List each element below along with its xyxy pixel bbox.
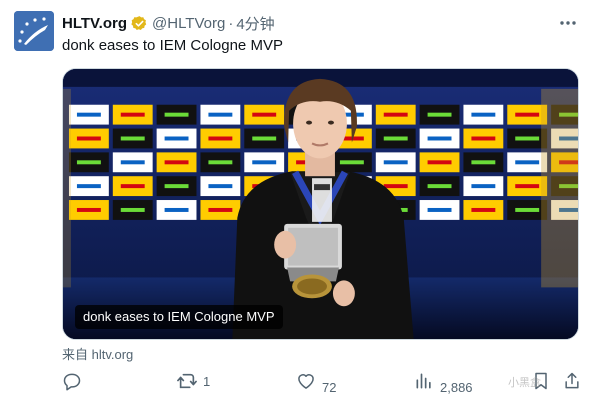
sponsor-logo (515, 160, 540, 165)
watermark: 小黑盒 (508, 377, 541, 389)
tweet-header: HLTV.org @HLTVorg · 4分钟 (62, 12, 275, 34)
sponsor-logo (208, 207, 233, 212)
sponsor-logo (164, 207, 189, 212)
sponsor-logo (383, 136, 408, 141)
sponsor-logo (339, 160, 364, 165)
view-count: 2,886 (440, 380, 473, 395)
share-button[interactable] (563, 368, 581, 398)
sponsor-logo (76, 207, 101, 212)
sponsor-logo (471, 207, 496, 212)
sponsor-logo (208, 112, 233, 117)
sponsor-logo (208, 184, 233, 189)
separator-dot: · (228, 14, 234, 32)
sponsor-logo (427, 136, 452, 141)
sponsor-logo (208, 136, 233, 141)
link-card[interactable]: donk eases to IEM Cologne MVP (62, 68, 579, 340)
sponsor-logo (208, 160, 233, 165)
sponsor-logo (471, 184, 496, 189)
sponsor-logo (164, 184, 189, 189)
card-photo (63, 69, 578, 339)
sponsor-logo (383, 112, 408, 117)
sponsor-logo (120, 184, 145, 189)
sponsor-logo (427, 160, 452, 165)
sponsor-logo (120, 160, 145, 165)
sponsor-logo (164, 160, 189, 165)
source-link[interactable]: 来自 hltv.org (62, 344, 133, 363)
sponsor-logo (471, 136, 496, 141)
sponsor-logo (76, 160, 101, 165)
sponsor-logo (76, 184, 101, 189)
sponsor-logo (120, 136, 145, 141)
retweet-count: 1 (203, 374, 211, 389)
sponsor-logo (427, 184, 452, 189)
reply-icon (63, 373, 81, 391)
retweet-icon (177, 373, 197, 389)
sponsor-logo (164, 136, 189, 141)
sponsor-logo (383, 160, 408, 165)
sponsor-logo (471, 112, 496, 117)
more-dots-icon (560, 21, 576, 25)
sponsor-logo (252, 136, 277, 141)
more-button[interactable] (556, 12, 580, 34)
sponsor-logo (515, 112, 540, 117)
sponsor-logo (164, 112, 189, 117)
action-bar: 1 72 2,886 (0, 368, 596, 398)
sponsor-logo (252, 160, 277, 165)
card-caption: donk eases to IEM Cologne MVP (75, 305, 283, 329)
avatar[interactable] (14, 11, 54, 51)
sponsor-logo (427, 112, 452, 117)
like-count: 72 (322, 380, 337, 395)
like-button[interactable]: 72 (296, 368, 336, 398)
sponsor-logo (515, 207, 540, 212)
display-name[interactable]: HLTV.org (62, 15, 127, 32)
reply-button[interactable] (62, 368, 87, 398)
sponsor-logo (471, 160, 496, 165)
views-chart-icon (416, 373, 431, 389)
handle[interactable]: @HLTVorg (152, 15, 225, 32)
sponsor-logo (427, 207, 452, 212)
sponsor-logo (515, 184, 540, 189)
sponsor-logo (76, 112, 101, 117)
share-icon (565, 372, 579, 389)
sponsor-logo (252, 112, 277, 117)
sponsor-logo (76, 136, 101, 141)
verified-badge-icon (131, 15, 148, 32)
sponsor-logo (515, 136, 540, 141)
heart-icon (298, 374, 314, 389)
views-button[interactable]: 2,886 (414, 368, 473, 398)
hltv-logo-icon (14, 11, 54, 51)
sponsor-logo (383, 184, 408, 189)
sponsor-logo (120, 112, 145, 117)
tweet-text: donk eases to IEM Cologne MVP (62, 37, 283, 54)
timestamp[interactable]: 4分钟 (236, 13, 274, 34)
retweet-button[interactable]: 1 (176, 368, 210, 398)
sponsor-logo (120, 207, 145, 212)
